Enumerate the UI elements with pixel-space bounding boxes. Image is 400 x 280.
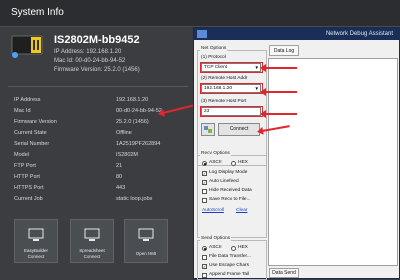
info-value: static loop.jobx — [116, 196, 153, 202]
info-key: FTP Port — [14, 163, 36, 169]
info-value: Offline — [116, 130, 132, 136]
auto-scroll-link[interactable]: AutoScroll — [202, 208, 224, 213]
info-value: IS2802M — [116, 152, 139, 158]
info-key: HTTPS Port — [14, 185, 44, 191]
red-arrow — [260, 110, 297, 118]
use-escape-checkbox[interactable]: ✓ — [202, 264, 207, 269]
page-title: System Info — [0, 0, 400, 27]
tile-label: Open HMI — [135, 251, 157, 256]
red-arrow — [260, 64, 297, 72]
tab-data-log[interactable]: Data Log — [269, 45, 299, 56]
info-key: Mac Id — [14, 108, 31, 114]
highlight-host-port — [200, 106, 263, 117]
info-value: 00-d0-24-bb-94-52 — [116, 108, 162, 114]
connect-label: Connect — [229, 126, 249, 132]
log-display-mode-checkbox[interactable]: ✓ — [202, 171, 207, 176]
host-addr-label: (2) Remote Host Addr — [201, 76, 248, 81]
info-key: HTTP Port — [14, 174, 40, 180]
monitor-icon — [138, 228, 154, 241]
info-row: HTTP Port 80 — [14, 174, 194, 184]
network-icon — [204, 126, 212, 133]
connect-icon — [28, 228, 44, 241]
file-transfer-label: File Data Transfer... — [209, 254, 251, 259]
info-row: Current State Offline — [14, 130, 194, 140]
info-row: IP Address 192.168.1.20 — [14, 97, 194, 107]
auto-linefeed-label: Auto Linefeed — [209, 179, 239, 184]
use-escape-label: Use Escape Chars — [209, 263, 249, 268]
append-frame-label: Append Frame Tail — [209, 272, 250, 277]
device-ip: IP Address: 192.168.1.20 — [54, 49, 122, 55]
info-row: Model IS2802M — [14, 152, 194, 162]
send-hex-label: HEX — [238, 245, 248, 250]
divider — [8, 86, 188, 87]
info-key: IP Address — [14, 97, 41, 103]
info-key: Serial Number — [14, 141, 50, 147]
log-display-mode-label: Log Display Mode — [209, 170, 248, 175]
send-hex-radio[interactable] — [231, 246, 236, 251]
info-value: 25.2.0 (1456) — [116, 119, 149, 125]
info-row: Firmware Version 25.2.0 (1456) — [14, 119, 194, 129]
device-mac: Mac Id: 00-d0-24-bb-94-52 — [54, 58, 126, 64]
protocol-label: (1) Protocol — [201, 55, 226, 60]
info-row: Serial Number 1A2519PF262894 — [14, 141, 194, 151]
send-ascii-radio[interactable] — [202, 246, 207, 251]
recv-hex-label: HEX — [238, 160, 248, 165]
host-port-label: (3) Remote Host Port — [201, 99, 247, 104]
red-arrow — [260, 88, 297, 96]
auto-linefeed-checkbox[interactable]: ✓ — [202, 180, 207, 185]
save-recv-label: Save Recv to File... — [209, 197, 251, 202]
settings-icon-button[interactable] — [201, 123, 215, 136]
recv-hex-radio[interactable] — [231, 161, 236, 166]
data-log-area[interactable] — [268, 58, 398, 266]
send-ascii-label: ASCII — [209, 245, 222, 250]
tab-data-send[interactable]: Data Send — [269, 268, 299, 278]
spreadsheet-icon — [84, 228, 100, 241]
connect-button[interactable]: Connect — [218, 123, 260, 136]
hmi-device-icon — [11, 35, 43, 58]
info-key: Model — [14, 152, 29, 158]
highlight-host-addr — [200, 83, 263, 94]
tile-label: Spreadsheet Connect — [79, 248, 105, 259]
info-key: Firmware Version — [14, 119, 57, 125]
spreadsheet-connect-tile[interactable]: Spreadsheet Connect — [70, 219, 114, 263]
recv-ascii-radio[interactable] — [202, 161, 207, 166]
info-value: 80 — [116, 174, 123, 180]
info-row: FTP Port 21 — [14, 163, 194, 173]
window-title: Network Debug Assistant — [325, 31, 393, 37]
tile-label: EasyBuilder Connect — [23, 248, 48, 259]
clear-link[interactable]: Clear — [236, 208, 247, 213]
recv-options-title: Recv Options — [200, 151, 231, 156]
info-row: Current Job static loop.jobx — [14, 196, 194, 206]
app-logo-icon — [197, 30, 207, 38]
save-recv-checkbox[interactable] — [202, 198, 207, 203]
info-value: 1A2519PF262894 — [116, 141, 161, 147]
info-key: Current Job — [14, 196, 43, 202]
info-row: HTTPS Port 443 — [14, 185, 194, 195]
highlight-protocol — [200, 62, 263, 73]
append-frame-checkbox[interactable] — [202, 273, 207, 278]
window-titlebar: Network Debug Assistant — [194, 28, 400, 40]
easybuilder-connect-tile[interactable]: EasyBuilder Connect — [14, 219, 58, 263]
open-hmi-tile[interactable]: Open HMI — [124, 219, 168, 263]
send-options-title: Send Options — [200, 236, 232, 241]
info-value: 192.168.1.20 — [116, 97, 149, 103]
info-value: 443 — [116, 185, 126, 191]
info-value: 21 — [116, 163, 123, 169]
hide-received-label: Hide Received Data — [209, 188, 252, 193]
recv-ascii-label: ASCII — [209, 160, 222, 165]
device-name: IS2802M-bb9452 — [54, 34, 140, 46]
hide-received-checkbox[interactable] — [202, 189, 207, 194]
network-debug-assistant-window: Network Debug Assistant Net Options (1) … — [193, 27, 400, 280]
file-transfer-checkbox[interactable] — [202, 255, 207, 260]
net-options-title: Net Options — [200, 46, 228, 51]
device-firmware: Firmware Version: 25.2.0 (1456) — [54, 67, 140, 73]
info-key: Current State — [14, 130, 47, 136]
